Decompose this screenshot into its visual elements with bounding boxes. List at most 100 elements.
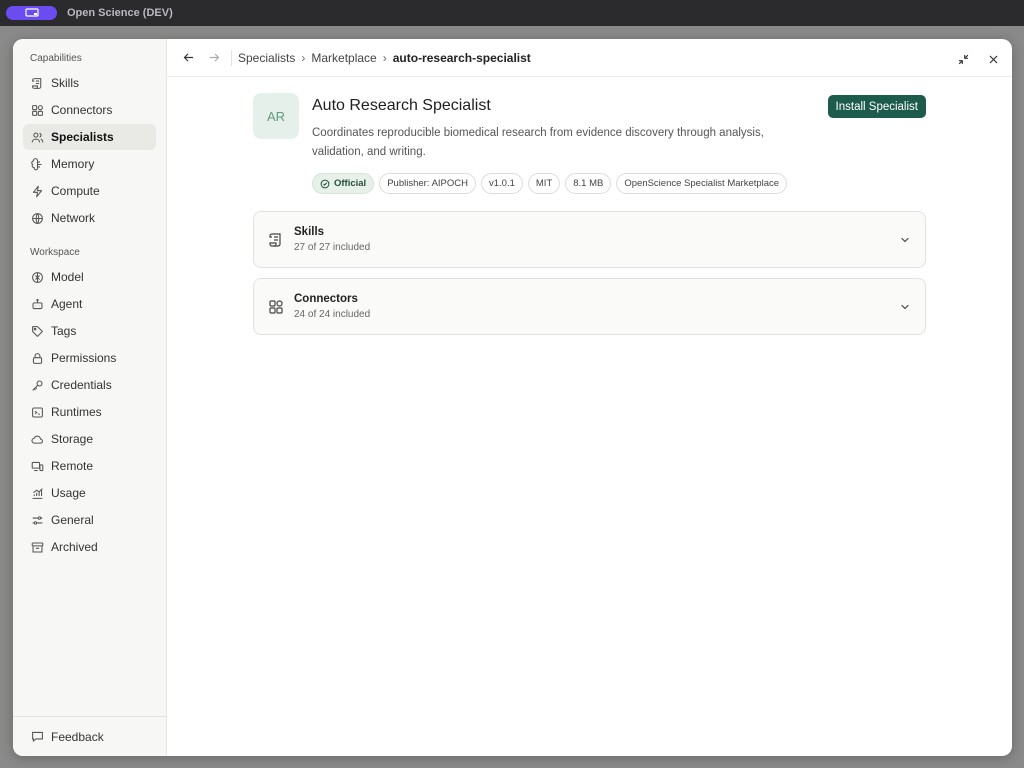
feedback-button[interactable]: Feedback	[23, 724, 156, 750]
breadcrumb-current: auto-research-specialist	[392, 50, 531, 65]
sidebar-item-label: Storage	[51, 432, 94, 446]
top-bar: Specialists › Marketplace › auto-researc…	[167, 39, 1012, 77]
sidebar-item-model[interactable]: Model	[23, 264, 156, 290]
specialist-description: Coordinates reproducible biomedical rese…	[312, 127, 764, 158]
badge-row: Official Publisher: AIPOCH v1.0.1 MIT 8.…	[312, 173, 802, 194]
sidebar-item-label: Memory	[51, 157, 95, 171]
app-menu-button[interactable]	[6, 6, 57, 20]
model-icon	[30, 270, 44, 284]
connectors-section[interactable]: Connectors 24 of 24 included	[253, 278, 926, 335]
sidebar-item-skills[interactable]: Skills	[23, 70, 156, 96]
sidebar-item-runtimes[interactable]: Runtimes	[23, 399, 156, 425]
specialist-title: Auto Research Specialist	[312, 97, 491, 114]
sidebar-item-remote[interactable]: Remote	[23, 453, 156, 479]
remote-icon	[30, 459, 44, 473]
breadcrumb: Specialists › Marketplace › auto-researc…	[231, 49, 531, 66]
sidebar-item-network[interactable]: Network	[23, 205, 156, 231]
tags-icon	[30, 324, 44, 338]
sidebar-item-label: Specialists	[51, 130, 114, 144]
sidebar-item-label: Agent	[51, 297, 83, 311]
globe-icon	[30, 211, 44, 225]
bot-icon	[30, 297, 44, 311]
settings-dialog: Capabilities Skills Connectors Specialis…	[13, 39, 1012, 756]
scroll-icon	[267, 231, 285, 249]
connectors-section-count: 24 of 24 included	[294, 309, 371, 320]
feedback-label: Feedback	[51, 729, 104, 744]
window-title: Open Science (DEV)	[67, 7, 173, 19]
size-badge: 8.1 MB	[565, 173, 612, 194]
connectors-section-title: Connectors	[294, 293, 358, 305]
sidebar-item-credentials[interactable]: Credentials	[23, 372, 156, 398]
license-badge: MIT	[527, 173, 561, 194]
check-circle-icon	[320, 179, 330, 188]
sidebar-item-label: Connectors	[51, 103, 113, 117]
close-icon	[989, 55, 997, 63]
breadcrumb-separator: ›	[301, 50, 306, 65]
sidebar-item-compute[interactable]: Compute	[23, 178, 156, 204]
skills-section[interactable]: Skills 27 of 27 included	[253, 211, 926, 268]
sidebar-item-label: General	[51, 513, 94, 527]
sidebar-item-label: Network	[51, 211, 96, 225]
blocks-icon	[30, 103, 44, 117]
chart-icon	[30, 486, 44, 500]
workspace-section-label: Workspace	[30, 247, 80, 258]
sidebar-item-label: Credentials	[51, 378, 112, 392]
sidebar-item-label: Model	[51, 270, 84, 284]
sidebar-item-tags[interactable]: Tags	[23, 318, 156, 344]
collapse-button[interactable]	[954, 50, 972, 68]
lock-icon	[30, 351, 44, 365]
breadcrumb-specialists[interactable]: Specialists	[238, 51, 295, 65]
brain-icon	[30, 157, 44, 171]
sidebar-item-memory[interactable]: Memory	[23, 151, 156, 177]
sidebar-item-usage[interactable]: Usage	[23, 480, 156, 506]
minimize-icon	[958, 54, 968, 64]
arrow-left-icon	[183, 53, 193, 62]
sidebar-item-connectors[interactable]: Connectors	[23, 97, 156, 123]
back-button[interactable]	[179, 49, 197, 67]
sliders-icon	[30, 513, 44, 527]
close-button[interactable]	[984, 50, 1002, 68]
source-badge: OpenScience Specialist Marketplace	[616, 173, 788, 194]
skills-section-count: 27 of 27 included	[294, 242, 371, 253]
main-panel: Specialists › Marketplace › auto-researc…	[167, 39, 1012, 756]
sidebar-item-label: Archived	[51, 540, 98, 554]
users-icon	[30, 130, 44, 144]
breadcrumb-marketplace[interactable]: Marketplace	[311, 51, 376, 65]
window-titlebar: Open Science (DEV)	[0, 0, 1024, 26]
specialist-header: AR Auto Research Specialist Coordinates …	[253, 93, 926, 194]
chevron-down-icon	[901, 304, 909, 310]
publisher-badge: Publisher: AIPOCH	[379, 173, 476, 194]
sidebar-item-archived[interactable]: Archived	[23, 534, 156, 560]
skills-section-title: Skills	[294, 226, 325, 238]
install-specialist-button[interactable]: Install Specialist	[827, 95, 926, 118]
window-actions	[954, 50, 1002, 68]
sidebar-item-label: Tags	[51, 324, 77, 338]
message-icon	[30, 730, 44, 744]
sidebar-item-specialists[interactable]: Specialists	[23, 124, 156, 150]
monitor-icon	[24, 8, 39, 17]
scroll-icon	[30, 76, 44, 90]
terminal-icon	[30, 405, 44, 419]
key-icon	[30, 378, 44, 392]
zap-icon	[30, 184, 44, 198]
sidebar-item-general[interactable]: General	[23, 507, 156, 533]
sidebar-item-permissions[interactable]: Permissions	[23, 345, 156, 371]
sidebar-item-agent[interactable]: Agent	[23, 291, 156, 317]
blocks-icon	[267, 298, 285, 316]
chevron-down-icon	[901, 237, 909, 243]
sidebar-item-label: Permissions	[51, 351, 117, 365]
sidebar-item-label: Runtimes	[51, 405, 102, 419]
capabilities-section-label: Capabilities	[30, 53, 82, 64]
specialist-avatar: AR	[253, 93, 299, 139]
official-badge-label: Official	[334, 178, 367, 189]
breadcrumb-separator: ›	[382, 50, 387, 65]
specialist-info: Auto Research Specialist Coordinates rep…	[312, 93, 802, 194]
sidebar-item-label: Usage	[51, 486, 86, 500]
arrow-right-icon	[209, 53, 219, 62]
sidebar-footer: Feedback	[13, 716, 166, 756]
forward-button[interactable]	[205, 49, 223, 67]
archive-icon	[30, 540, 44, 554]
sidebar-item-storage[interactable]: Storage	[23, 426, 156, 452]
sidebar-item-label: Remote	[51, 459, 94, 473]
sidebar-item-label: Skills	[51, 76, 80, 90]
